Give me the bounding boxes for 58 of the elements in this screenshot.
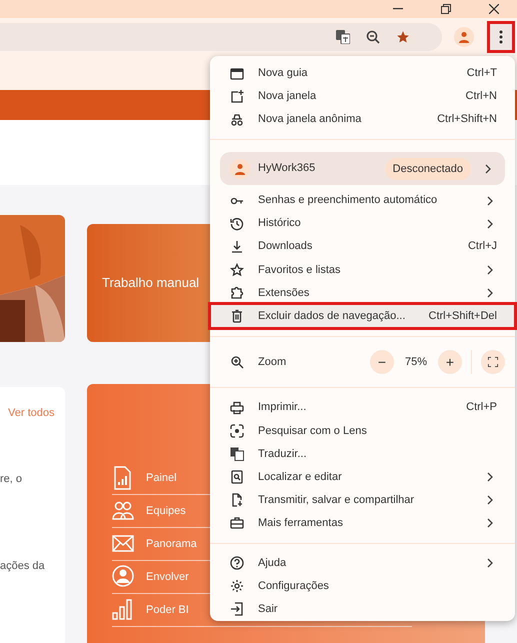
tab-icon	[230, 66, 244, 81]
star-icon[interactable]	[396, 30, 410, 44]
restore-icon[interactable]	[441, 4, 451, 14]
new-window-icon	[230, 90, 244, 104]
profile-item[interactable]: HyWork365 Desconectado	[220, 152, 505, 185]
zoom-label: Zoom	[258, 354, 288, 370]
lens-icon	[230, 424, 244, 438]
menu-item[interactable]: Sair	[210, 598, 515, 621]
menu-item[interactable]: Imprimir... Ctrl+P	[210, 396, 515, 420]
zoom-icon[interactable]	[366, 30, 380, 44]
menu-item[interactable]: Configurações	[210, 574, 515, 598]
zoom-icon	[230, 354, 244, 369]
close-icon[interactable]	[489, 4, 499, 14]
more-icon	[499, 30, 503, 44]
user-circle-icon	[112, 565, 134, 589]
status-badge: Desconectado	[384, 158, 471, 180]
bar-chart-icon	[112, 598, 134, 622]
puzzle-icon	[230, 286, 244, 300]
printer-icon	[230, 400, 244, 415]
translate-icon	[230, 446, 244, 461]
settings-icon	[230, 579, 244, 594]
exit-icon	[230, 602, 244, 616]
zoom-level: 75%	[404, 354, 428, 370]
news-text: ações da	[0, 559, 45, 574]
menu-button[interactable]	[488, 22, 514, 52]
menu-item[interactable]: Transmitir, salvar e compartilhar	[210, 488, 515, 512]
download-icon	[230, 240, 244, 254]
incognito-icon	[230, 112, 244, 127]
find-page-icon	[230, 470, 244, 484]
dashboard-file-icon	[112, 466, 134, 490]
card-title: Trabalho manual	[102, 274, 200, 292]
help-icon	[230, 556, 244, 570]
menu-item[interactable]: Pesquisar com o Lens	[210, 419, 515, 442]
people-icon	[112, 499, 134, 523]
fullscreen-button[interactable]	[481, 350, 505, 374]
menu-item[interactable]: Nova janela anônima Ctrl+Shift+N	[210, 108, 515, 132]
menu-item[interactable]: Mais ferramentas	[210, 512, 515, 535]
profile-avatar[interactable]	[454, 27, 474, 47]
person-icon	[234, 162, 246, 175]
trash-icon	[230, 308, 244, 323]
history-icon	[230, 216, 244, 231]
menu-item[interactable]: Nova janela Ctrl+N	[210, 85, 515, 108]
star-outline-icon	[230, 262, 244, 277]
menu-item[interactable]: Traduzir...	[210, 442, 515, 466]
menu-item[interactable]: Localizar e editar	[210, 465, 515, 488]
menu-item[interactable]: Excluir dados de navegação... Ctrl+Shift+Del	[210, 304, 515, 328]
toolbox-icon	[230, 516, 244, 530]
menu-item[interactable]: Ajuda	[210, 552, 515, 575]
zoom-out-button[interactable]: −	[370, 350, 394, 374]
menu-item[interactable]: Senhas e preenchimento automático	[210, 188, 515, 212]
news-text: re, o	[0, 472, 22, 487]
person-icon	[458, 31, 470, 43]
profile-name: HyWork365	[258, 161, 316, 176]
file-share-icon	[230, 493, 244, 508]
fullscreen-icon	[488, 356, 498, 367]
minimize-icon[interactable]	[393, 8, 403, 10]
translate-icon[interactable]	[336, 30, 350, 44]
zoom-in-button[interactable]: +	[438, 350, 462, 374]
